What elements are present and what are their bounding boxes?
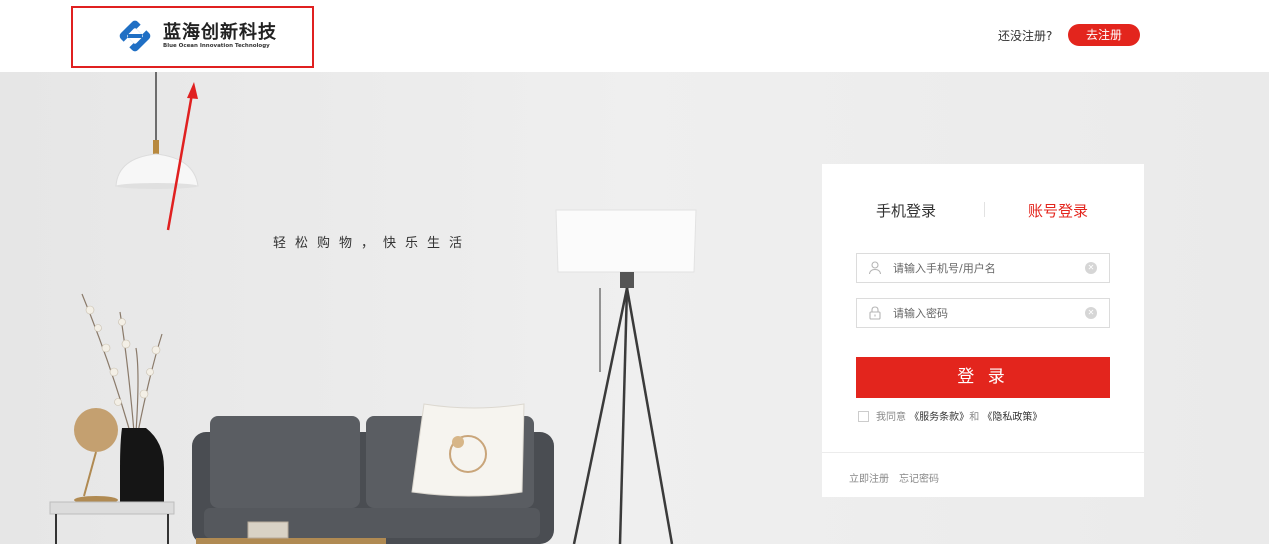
terms-link[interactable]: 《服务条款》 — [909, 412, 969, 423]
hero-slogan: 轻松购物，快乐生活 — [273, 236, 472, 251]
clear-icon[interactable]: ✕ — [1085, 262, 1097, 274]
privacy-link[interactable]: 《隐私政策》 — [982, 412, 1042, 423]
go-register-button[interactable]: 去注册 — [1068, 24, 1140, 46]
top-header: 蓝海创新科技 Blue Ocean Innovation Technology … — [0, 0, 1269, 72]
logo-text-en: Blue Ocean Innovation Technology — [163, 43, 270, 49]
user-icon — [868, 261, 882, 275]
agreement-row: 我同意 《服务条款》和 《隐私政策》 — [858, 408, 1042, 423]
agree-prefix: 我同意 — [876, 412, 906, 423]
password-input[interactable] — [893, 304, 1073, 322]
username-field[interactable]: ✕ — [856, 253, 1110, 283]
register-now-link[interactable]: 立即注册 — [849, 470, 889, 485]
username-input[interactable] — [893, 259, 1073, 277]
login-panel: 手机登录 账号登录 ✕ ✕ 登 录 我同意 《服务条款》和 《隐私政策》 立即注… — [822, 164, 1144, 497]
login-button[interactable]: 登 录 — [856, 357, 1110, 398]
logo-text-cn: 蓝海创新科技 — [163, 22, 277, 43]
logo-mark-icon — [119, 20, 151, 52]
logo-highlight-box[interactable]: 蓝海创新科技 Blue Ocean Innovation Technology — [71, 6, 314, 68]
lock-icon — [869, 306, 881, 320]
tab-divider — [984, 202, 985, 217]
tab-account-login[interactable]: 账号登录 — [1028, 200, 1088, 221]
password-field[interactable]: ✕ — [856, 298, 1110, 328]
clear-icon[interactable]: ✕ — [1085, 307, 1097, 319]
forgot-password-link[interactable]: 忘记密码 — [899, 470, 939, 485]
not-registered-text: 还没注册? — [998, 29, 1053, 43]
tab-phone-login[interactable]: 手机登录 — [876, 200, 936, 221]
agree-and: 和 — [969, 412, 980, 423]
agree-checkbox[interactable] — [858, 411, 869, 422]
card-divider — [822, 452, 1144, 453]
